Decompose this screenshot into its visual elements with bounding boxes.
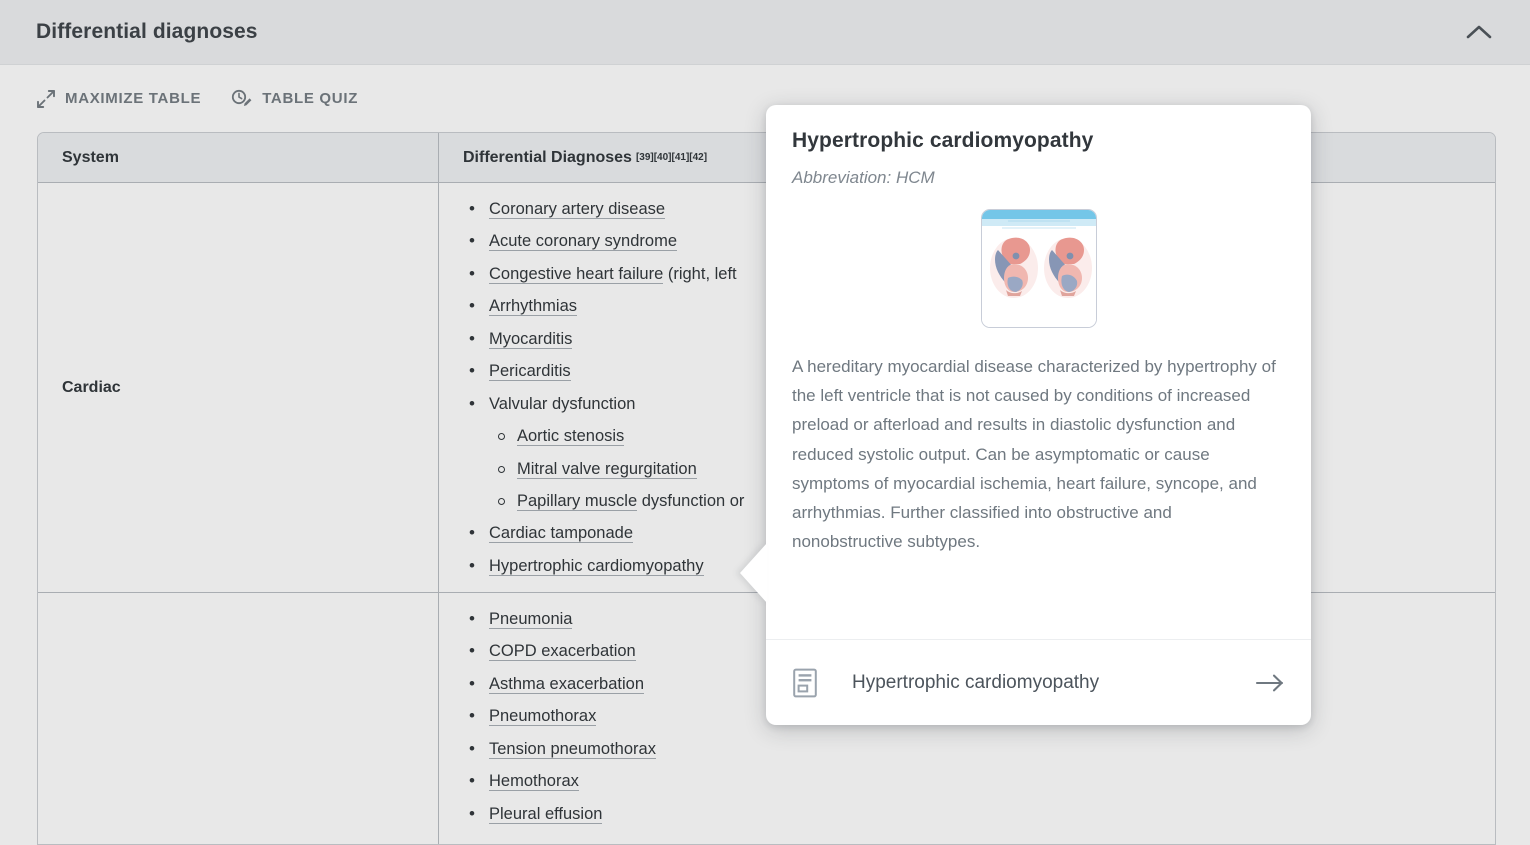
diagnosis-link-hypertrophic-cardiomyopathy[interactable]: Hypertrophic cardiomyopathy — [489, 557, 704, 576]
popover-footer-label: Hypertrophic cardiomyopathy — [852, 672, 1255, 694]
diagnosis-link[interactable]: Arrhythmias — [489, 297, 577, 316]
article-document-icon — [792, 668, 826, 698]
diagnosis-link[interactable]: Cardiac tamponade — [489, 524, 633, 543]
diagnosis-link[interactable]: Congestive heart failure — [489, 265, 663, 284]
popover-description: A hereditary myocardial disease characte… — [792, 352, 1285, 557]
popover-body: Hypertrophic cardiomyopathy Abbreviation… — [766, 105, 1311, 639]
maximize-table-button[interactable]: MAXIMIZE TABLE — [36, 89, 201, 109]
column-header-system: System — [38, 133, 439, 182]
maximize-table-label: MAXIMIZE TABLE — [65, 90, 201, 107]
heart-illustration-thumbnail[interactable] — [981, 209, 1097, 328]
diagnosis-plain-text: Valvular dysfunction — [489, 395, 635, 413]
diagnosis-link[interactable]: Asthma exacerbation — [489, 675, 644, 694]
citation-references[interactable]: [39][40][41][42] — [636, 152, 707, 163]
expand-arrows-icon — [36, 89, 56, 109]
diagnosis-link[interactable]: Pleural effusion — [489, 805, 602, 824]
diagnosis-link[interactable]: Papillary muscle — [517, 492, 637, 511]
list-item: Tension pneumothorax — [463, 739, 1471, 761]
page-title: Differential diagnoses — [36, 20, 258, 44]
collapse-section-button[interactable] — [1462, 15, 1496, 49]
diagnosis-link[interactable]: Myocarditis — [489, 330, 572, 349]
diagnosis-link[interactable]: Aortic stenosis — [517, 427, 624, 446]
arrow-right-icon — [1255, 672, 1285, 694]
diagnosis-link[interactable]: Coronary artery disease — [489, 200, 665, 219]
popover-footer-link[interactable]: Hypertrophic cardiomyopathy — [766, 639, 1311, 725]
diagnosis-link[interactable]: Acute coronary syndrome — [489, 232, 677, 251]
section-header: Differential diagnoses — [0, 0, 1530, 65]
diagnosis-tooltip-popover: Hypertrophic cardiomyopathy Abbreviation… — [766, 105, 1311, 725]
quiz-pencil-icon — [231, 89, 253, 109]
popover-title: Hypertrophic cardiomyopathy — [792, 129, 1285, 153]
diagnosis-link[interactable]: Mitral valve regurgitation — [517, 460, 697, 479]
popover-abbreviation: Abbreviation: HCM — [792, 168, 1285, 188]
list-item: Pleural effusion — [463, 804, 1471, 826]
table-quiz-button[interactable]: TABLE QUIZ — [231, 89, 358, 109]
diagnosis-link[interactable]: Pneumothorax — [489, 707, 596, 726]
diagnosis-link[interactable]: Tension pneumothorax — [489, 740, 656, 759]
diagnosis-link[interactable]: Pneumonia — [489, 610, 572, 629]
row-system-label — [38, 593, 439, 844]
diagnosis-link[interactable]: COPD exacerbation — [489, 642, 636, 661]
diagnosis-link[interactable]: Hemothorax — [489, 772, 579, 791]
row-system-label: Cardiac — [38, 183, 439, 592]
popover-pointer-arrow — [740, 543, 767, 603]
list-item: Hemothorax — [463, 771, 1471, 793]
diagnosis-link[interactable]: Pericarditis — [489, 362, 571, 381]
chevron-up-icon — [1466, 24, 1492, 40]
table-quiz-label: TABLE QUIZ — [262, 90, 358, 107]
popover-thumbnail-wrapper — [792, 209, 1285, 328]
